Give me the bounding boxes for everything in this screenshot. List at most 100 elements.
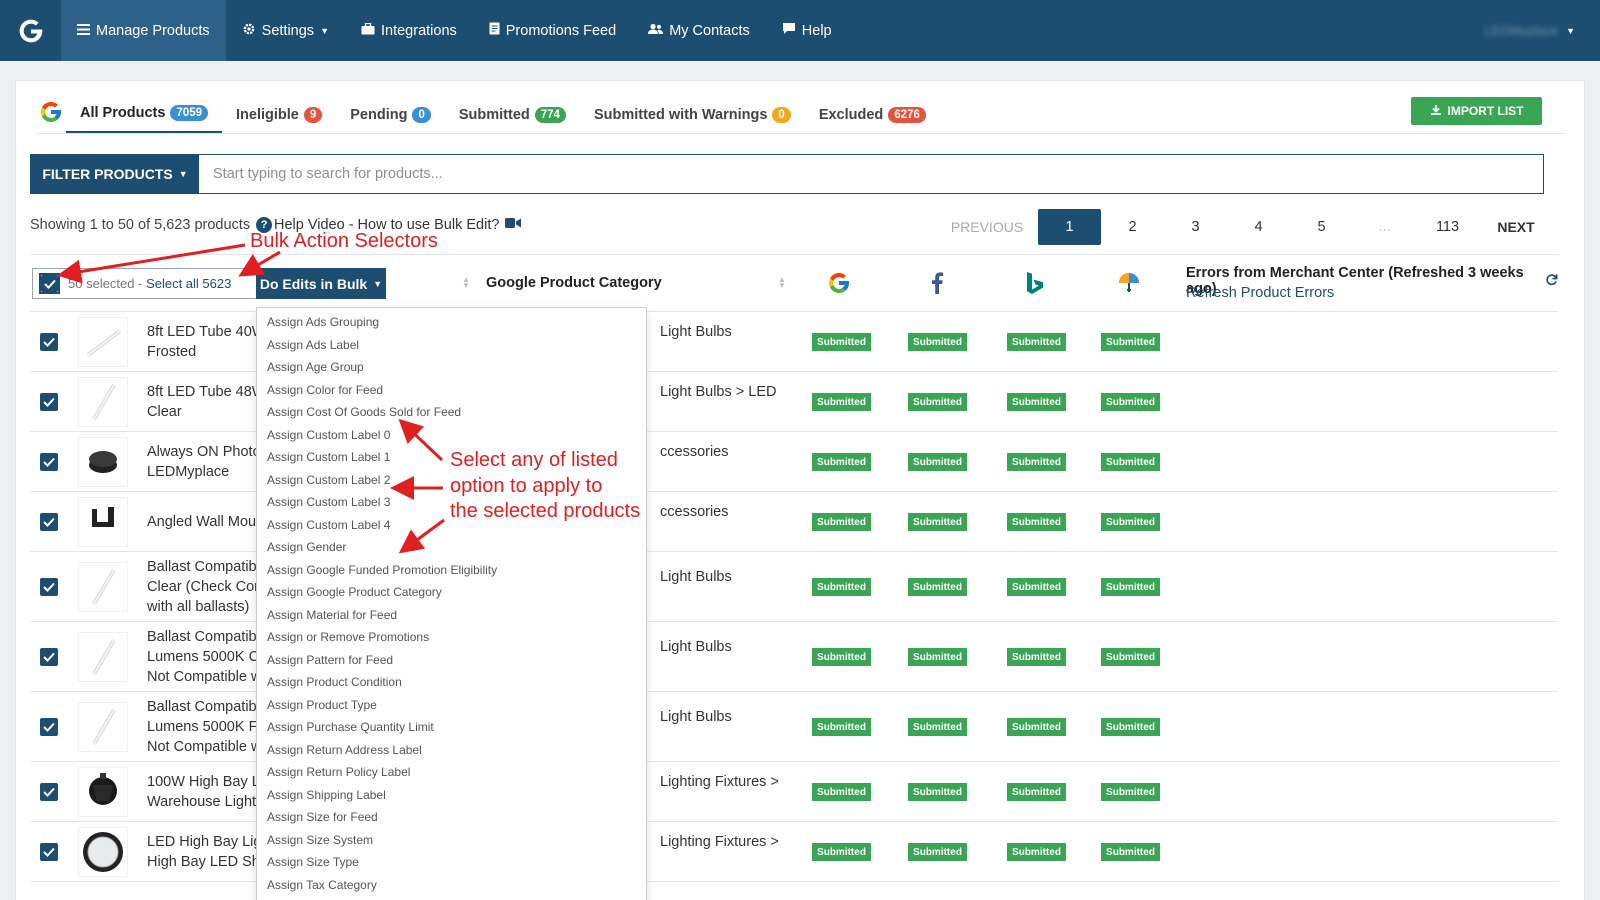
bulk-option-assign-google-funded-promotion-eligibility[interactable]: Assign Google Funded Promotion Eligibili… bbox=[257, 559, 646, 582]
bulk-option-assign-ads-grouping[interactable]: Assign Ads Grouping bbox=[257, 311, 646, 334]
bulk-option-assign-product-type[interactable]: Assign Product Type bbox=[257, 694, 646, 717]
product-name-line: LED High Bay Ligh bbox=[147, 834, 267, 850]
product-name[interactable]: 100W High Bay LE Warehouse Lightir bbox=[147, 772, 267, 812]
bulk-option-assign-google-product-category[interactable]: Assign Google Product Category bbox=[257, 581, 646, 604]
row-checkbox[interactable] bbox=[40, 648, 58, 666]
filter-products-label: FILTER PRODUCTS bbox=[42, 166, 173, 182]
count-badge: 9 bbox=[303, 106, 323, 123]
sort-icon[interactable]: ▲ ▼ bbox=[462, 276, 470, 290]
gear-icon bbox=[242, 22, 256, 40]
sort-icon[interactable]: ▲ ▼ bbox=[778, 276, 786, 290]
tab-ineligible[interactable]: Ineligible 9 bbox=[222, 99, 336, 134]
product-category: ccessories bbox=[660, 442, 729, 462]
refresh-product-errors-link[interactable]: Refresh Product Errors bbox=[1186, 285, 1334, 301]
page-5-button[interactable]: 5 bbox=[1290, 209, 1353, 245]
page-3-button[interactable]: 3 bbox=[1164, 209, 1227, 245]
status-badge: Submitted bbox=[1101, 648, 1160, 666]
nav-item-label: Settings bbox=[261, 22, 315, 39]
row-checkbox[interactable] bbox=[40, 393, 58, 411]
refresh-icon[interactable] bbox=[1545, 273, 1558, 290]
product-name[interactable]: Ballast Compatibl Lumens 5000K Fr Not Comp… bbox=[147, 697, 267, 757]
row-checkbox[interactable] bbox=[40, 843, 58, 861]
tabs-divider bbox=[36, 133, 1566, 134]
nav-my-contacts[interactable]: My Contacts bbox=[632, 0, 766, 61]
video-camera-icon bbox=[505, 217, 522, 233]
bulk-option-assign-size-type[interactable]: Assign Size Type bbox=[257, 851, 646, 874]
product-category: Light Bulbs bbox=[660, 637, 732, 657]
product-name-line: Warehouse Lightir bbox=[147, 794, 265, 810]
tab-pending[interactable]: Pending 0 bbox=[336, 99, 445, 134]
import-list-button[interactable]: IMPORT LIST bbox=[1411, 97, 1542, 125]
previous-page-button[interactable]: PREVIOUS bbox=[936, 209, 1038, 245]
bulk-option-assign-color-for-feed[interactable]: Assign Color for Feed bbox=[257, 379, 646, 402]
page-4-button[interactable]: 4 bbox=[1227, 209, 1290, 245]
nav-item-label: Help bbox=[801, 22, 832, 39]
status-badge: Submitted bbox=[1007, 843, 1066, 861]
bulk-option-assign-material-for-feed[interactable]: Assign Material for Feed bbox=[257, 604, 646, 627]
product-name[interactable]: Always ON Photo LEDMyplace bbox=[147, 442, 267, 482]
tab-submitted-with-warnings[interactable]: Submitted with Warnings 0 bbox=[580, 99, 805, 134]
status-badge: Submitted bbox=[1007, 393, 1066, 411]
bulk-option-assign-ads-label[interactable]: Assign Ads Label bbox=[257, 334, 646, 357]
bulk-option-assign-return-policy-label[interactable]: Assign Return Policy Label bbox=[257, 761, 646, 784]
bulk-option-assign-cost-of-goods-sold-for-feed[interactable]: Assign Cost Of Goods Sold for Feed bbox=[257, 401, 646, 424]
user-menu[interactable]: LEDMyplace ▼ bbox=[1484, 0, 1575, 61]
nav-promotions-feed[interactable]: Promotions Feed bbox=[473, 0, 632, 61]
bulk-option-assign-return-address-label[interactable]: Assign Return Address Label bbox=[257, 739, 646, 762]
annotation-line: option to apply to bbox=[450, 474, 603, 497]
status-badge: Submitted bbox=[812, 453, 871, 471]
row-checkbox[interactable] bbox=[40, 578, 58, 596]
tab-all-products[interactable]: All Products 7059 bbox=[66, 99, 222, 134]
next-page-button[interactable]: NEXT bbox=[1479, 209, 1553, 245]
tab-submitted[interactable]: Submitted 774 bbox=[445, 99, 580, 134]
row-checkbox[interactable] bbox=[40, 783, 58, 801]
bulk-option-assign-size-for-feed[interactable]: Assign Size for Feed bbox=[257, 806, 646, 829]
status-badge: Submitted bbox=[908, 648, 967, 666]
bulk-option-assign-size-system[interactable]: Assign Size System bbox=[257, 829, 646, 852]
select-all-checkbox[interactable] bbox=[39, 273, 60, 294]
product-name[interactable]: Ballast Compatibl Clear (Check Com with al… bbox=[147, 557, 267, 617]
product-name[interactable]: Angled Wall Moun bbox=[147, 512, 267, 532]
nav-integrations[interactable]: Integrations bbox=[345, 0, 473, 61]
users-icon bbox=[648, 23, 664, 39]
bulk-option-assign-gender[interactable]: Assign Gender bbox=[257, 536, 646, 559]
row-checkbox[interactable] bbox=[40, 513, 58, 531]
row-checkbox[interactable] bbox=[40, 333, 58, 351]
bulk-option-assign-shipping-label[interactable]: Assign Shipping Label bbox=[257, 784, 646, 807]
page-1-button[interactable]: 1 bbox=[1038, 209, 1101, 245]
product-name-line: Not Compatible w bbox=[147, 739, 262, 755]
product-thumbnail bbox=[78, 767, 128, 817]
page-2-button[interactable]: 2 bbox=[1101, 209, 1164, 245]
filter-products-button[interactable]: FILTER PRODUCTS ▼ bbox=[31, 155, 199, 193]
status-badge: Submitted bbox=[1007, 718, 1066, 736]
select-all-link[interactable]: Select all 5623 bbox=[146, 276, 231, 291]
bulk-option-assign-product-condition[interactable]: Assign Product Condition bbox=[257, 671, 646, 694]
bulk-option-assign-age-group[interactable]: Assign Age Group bbox=[257, 356, 646, 379]
do-edits-in-bulk-button[interactable]: Do Edits in Bulk ▼ bbox=[256, 268, 386, 299]
annotation-line: Select any of listed bbox=[450, 449, 618, 471]
product-name[interactable]: 8ft LED Tube 48W Clear bbox=[147, 382, 267, 422]
page-113-button[interactable]: 113 bbox=[1416, 209, 1479, 245]
status-badge: Submitted bbox=[1007, 333, 1066, 351]
row-checkbox[interactable] bbox=[40, 453, 58, 471]
status-badge: Submitted bbox=[1101, 578, 1160, 596]
pagination-ellipsis: ... bbox=[1378, 219, 1391, 235]
import-list-label: IMPORT LIST bbox=[1447, 104, 1524, 118]
bulk-option-assign-tax-category[interactable]: Assign Tax Category bbox=[257, 874, 646, 897]
row-checkbox[interactable] bbox=[40, 718, 58, 736]
app-logo[interactable] bbox=[0, 0, 61, 61]
bulk-option-assign-pattern-for-feed[interactable]: Assign Pattern for Feed bbox=[257, 649, 646, 672]
nav-manage-products[interactable]: Manage Products bbox=[61, 0, 226, 61]
bulk-option-assign-or-remove-promotions[interactable]: Assign or Remove Promotions bbox=[257, 626, 646, 649]
product-name[interactable]: LED High Bay Ligh High Bay LED Sho bbox=[147, 832, 267, 872]
bulk-option-assign-custom-label-0[interactable]: Assign Custom Label 0 bbox=[257, 424, 646, 447]
nav-help[interactable]: Help bbox=[766, 0, 848, 61]
bulk-option-assign-purchase-quantity-limit[interactable]: Assign Purchase Quantity Limit bbox=[257, 716, 646, 739]
product-thumbnail bbox=[78, 827, 128, 877]
product-name[interactable]: 8ft LED Tube 40W Frosted bbox=[147, 322, 267, 362]
tab-excluded[interactable]: Excluded 6276 bbox=[805, 99, 940, 134]
product-name[interactable]: Ballast Compatibl Lumens 5000K Cl Not Comp… bbox=[147, 627, 267, 687]
product-name-line: LEDMyplace bbox=[147, 464, 230, 480]
product-search-input[interactable] bbox=[199, 155, 1543, 193]
nav-settings[interactable]: Settings ▼ bbox=[226, 0, 345, 61]
